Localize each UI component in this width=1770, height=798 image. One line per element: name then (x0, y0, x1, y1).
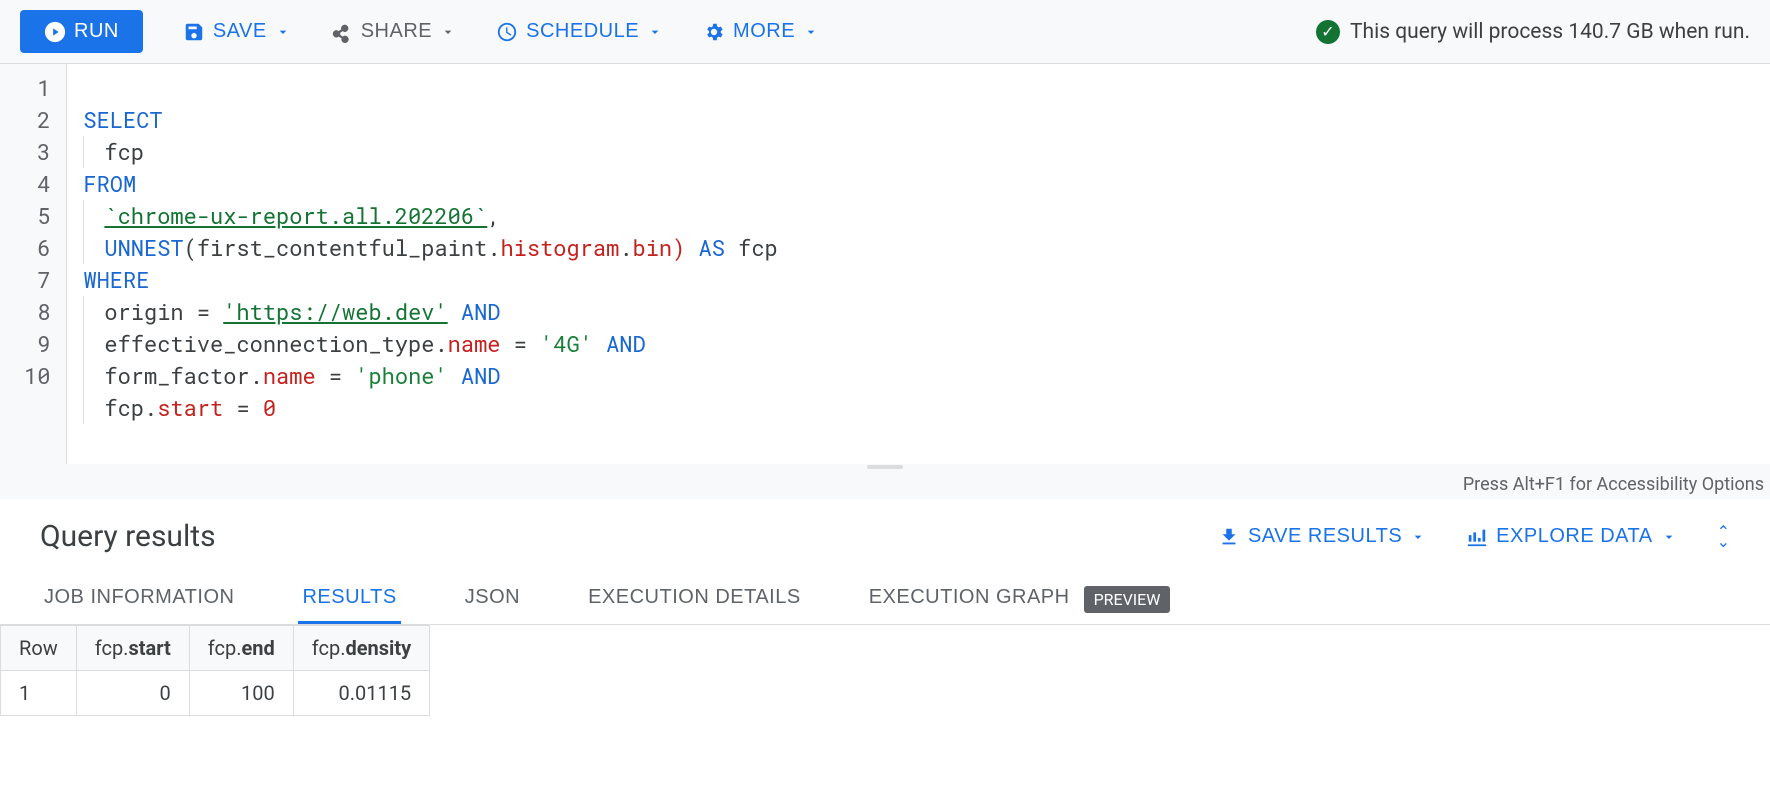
status-text: This query will process 140.7 GB when ru… (1350, 20, 1750, 44)
run-label: RUN (74, 20, 119, 43)
schedule-label: SCHEDULE (526, 20, 639, 43)
play-icon (44, 21, 66, 43)
more-button[interactable]: MORE (703, 20, 819, 43)
cell-start: 0 (76, 671, 189, 716)
tab-execution-details[interactable]: EXECUTION DETAILS (584, 574, 805, 624)
tab-results[interactable]: RESULTS (298, 574, 400, 624)
tab-json[interactable]: JSON (461, 574, 524, 624)
explore-data-button[interactable]: EXPLORE DATA (1466, 525, 1676, 548)
tab-execution-graph[interactable]: EXECUTION GRAPH (865, 574, 1074, 624)
query-toolbar: RUN SAVE SHARE SCHEDULE MORE ✓ This quer… (0, 0, 1770, 64)
table-header-row: Row fcp.start fcp.end fcp.density (1, 626, 430, 671)
chart-icon (1466, 526, 1488, 548)
download-icon (1218, 526, 1240, 548)
chevron-down-icon (440, 21, 456, 43)
tab-job-information[interactable]: JOB INFORMATION (40, 574, 238, 624)
chevron-down-icon (647, 21, 663, 43)
clock-icon (496, 21, 518, 43)
save-results-button[interactable]: SAVE RESULTS (1218, 525, 1426, 548)
results-tabs: JOB INFORMATION RESULTS JSON EXECUTION D… (0, 564, 1770, 625)
preview-badge: PREVIEW (1084, 586, 1171, 613)
share-label: SHARE (361, 20, 432, 43)
table-row[interactable]: 1 0 100 0.01115 (1, 671, 430, 716)
chevron-down-icon (1410, 526, 1426, 548)
accessibility-hint: Press Alt+F1 for Accessibility Options (0, 470, 1770, 499)
col-fcp-start: fcp.start (76, 626, 189, 671)
line-gutter: 1 2 3 4 5 6 7 8 9 10 (0, 64, 67, 464)
explore-data-label: EXPLORE DATA (1496, 525, 1652, 548)
share-button[interactable]: SHARE (331, 20, 456, 43)
results-header: Query results SAVE RESULTS EXPLORE DATA … (0, 499, 1770, 564)
col-fcp-density: fcp.density (293, 626, 429, 671)
col-fcp-end: fcp.end (189, 626, 293, 671)
more-label: MORE (733, 20, 795, 43)
save-results-label: SAVE RESULTS (1248, 525, 1402, 548)
gear-icon (703, 21, 725, 43)
chevron-down-icon (1661, 526, 1677, 548)
cell-end: 100 (189, 671, 293, 716)
cell-row: 1 (1, 671, 77, 716)
results-title: Query results (40, 519, 216, 554)
chevron-down-icon: ⌄ (1717, 537, 1730, 547)
save-label: SAVE (213, 20, 267, 43)
save-button[interactable]: SAVE (183, 20, 291, 43)
results-table: Row fcp.start fcp.end fcp.density 1 0 10… (0, 625, 430, 716)
check-icon: ✓ (1316, 20, 1340, 44)
code-area[interactable]: SELECT fcp FROM `chrome-ux-report.all.20… (67, 64, 793, 464)
col-row: Row (1, 626, 77, 671)
save-icon (183, 21, 205, 43)
expand-toggle[interactable]: ⌃ ⌄ (1717, 527, 1730, 547)
run-button[interactable]: RUN (20, 10, 143, 53)
sql-editor[interactable]: 1 2 3 4 5 6 7 8 9 10 SELECT fcp FROM `ch… (0, 64, 1770, 464)
chevron-down-icon (275, 21, 291, 43)
cell-density: 0.01115 (293, 671, 429, 716)
query-status: ✓ This query will process 140.7 GB when … (1316, 20, 1750, 44)
schedule-button[interactable]: SCHEDULE (496, 20, 663, 43)
share-icon (331, 21, 353, 43)
chevron-down-icon (803, 21, 819, 43)
